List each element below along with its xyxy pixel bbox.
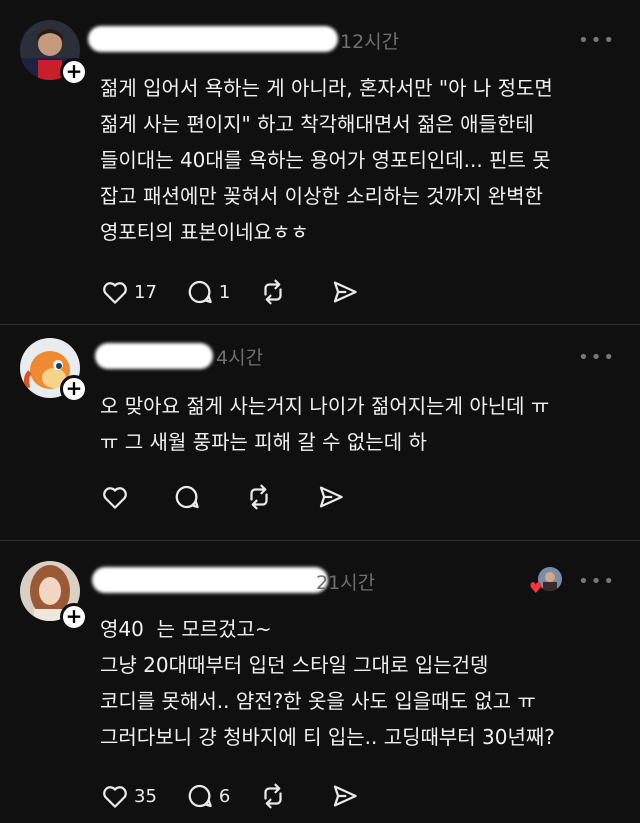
follow-button[interactable]: +: [60, 375, 88, 403]
repost-button[interactable]: [258, 781, 302, 811]
reply-count: 1: [218, 281, 231, 303]
repost-icon: [250, 484, 268, 510]
heart-icon: [103, 786, 127, 808]
comment-icon: [188, 784, 212, 808]
like-count: 17: [134, 281, 157, 303]
follow-button[interactable]: +: [60, 58, 88, 86]
like-button[interactable]: 17: [100, 277, 157, 307]
comment-icon: [175, 485, 199, 509]
reply-button[interactable]: 1: [185, 277, 230, 307]
heart-icon: [103, 282, 127, 304]
share-button[interactable]: [330, 277, 360, 307]
like-count: 35: [134, 785, 157, 807]
repost-button[interactable]: [258, 277, 302, 307]
repost-icon: [264, 783, 282, 809]
like-button[interactable]: 35: [100, 781, 157, 811]
post-2: + 4시간 ••• 오 맞아요 젊게 사는거지 나이가 젊어지는게 아닌데 ㅠ …: [0, 325, 640, 540]
post-time: 12시간: [340, 31, 400, 53]
like-button[interactable]: [100, 482, 144, 512]
reply-button[interactable]: 6: [185, 781, 230, 811]
more-options-button[interactable]: •••: [578, 571, 616, 592]
post-text: 영40 는 모르겄고~ 그냥 20대때부터 입던 스타일 그대로 입는건뎅 코디…: [100, 617, 555, 749]
username-redacted: [95, 343, 213, 369]
send-icon: [334, 281, 358, 303]
share-button[interactable]: [330, 781, 360, 811]
username-redacted: [88, 26, 338, 52]
username-redacted: [92, 567, 328, 593]
post-actions: [100, 480, 374, 514]
repost-icon: [264, 279, 282, 305]
post-actions: 35 6: [100, 779, 388, 813]
reply-count: 6: [218, 785, 231, 807]
liked-by-author-heart-icon: ♥: [529, 579, 543, 597]
heart-icon: [103, 487, 127, 509]
send-icon: [319, 486, 343, 508]
reply-button[interactable]: [172, 482, 216, 512]
more-options-button[interactable]: •••: [578, 347, 616, 368]
post-time: 4시간: [216, 347, 264, 369]
share-button[interactable]: [316, 482, 346, 512]
comment-icon: [188, 280, 212, 304]
post-actions: 17 1: [100, 275, 388, 309]
post-1: + 12시간 ••• 젊게 입어서 욕하는 게 아니라, 혼자서만 "아 나 정…: [0, 0, 640, 320]
post-time: 21시간: [316, 572, 376, 594]
more-options-button[interactable]: •••: [578, 30, 616, 51]
follow-button[interactable]: +: [60, 603, 88, 631]
post-text: 오 맞아요 젊게 사는거지 나이가 젊어지는게 아닌데 ㅠ ㅠ 그 새월 풍파는…: [100, 394, 550, 454]
repost-button[interactable]: [244, 482, 288, 512]
send-icon: [334, 785, 358, 807]
post-text: 젊게 입어서 욕하는 게 아니라, 혼자서만 "아 나 정도면 젊게 사는 편이…: [100, 76, 553, 244]
post-3: + 21시간 ♥ ••• 영40 는 모르겄고~ 그냥 20대때부터 입던 스타…: [0, 541, 640, 823]
